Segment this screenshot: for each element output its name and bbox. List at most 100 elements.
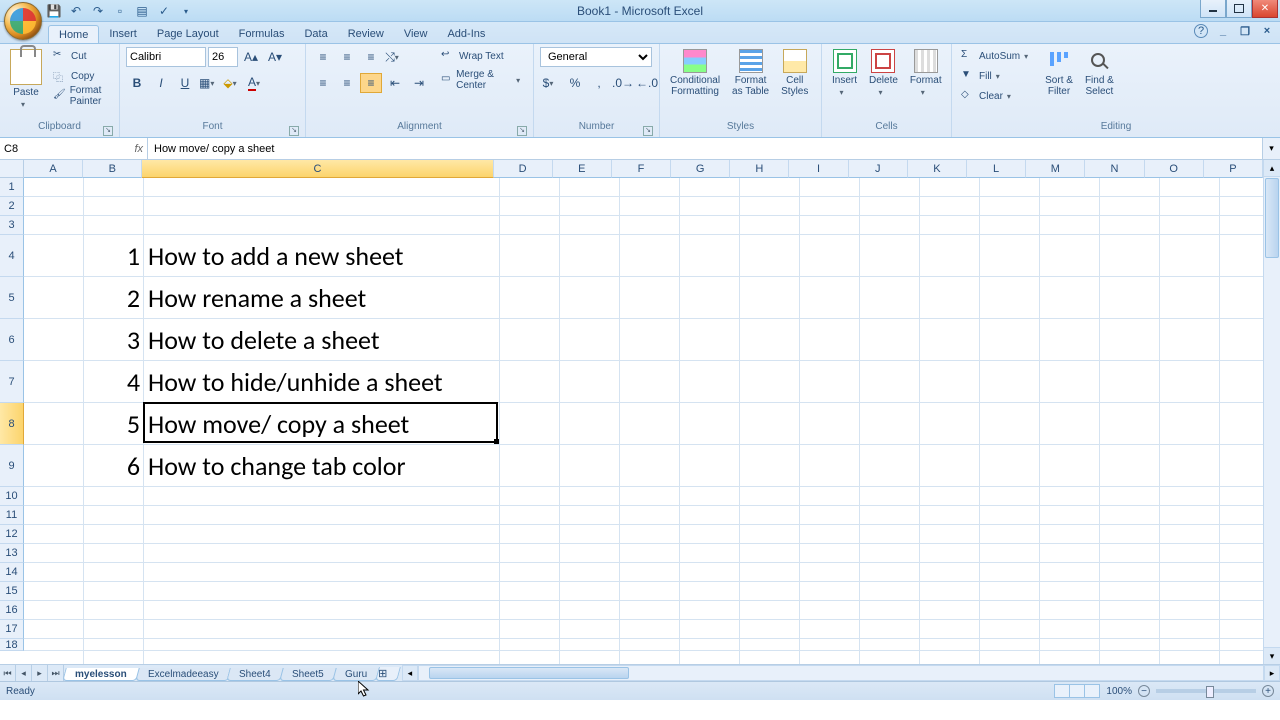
row-header-1[interactable]: 1 [0,178,24,197]
qat-dropdown-icon[interactable]: ▾ [178,3,194,19]
ribbon-tab-insert[interactable]: Insert [99,25,147,43]
row-header-2[interactable]: 2 [0,197,24,216]
align-top-icon[interactable]: ≡ [312,47,334,67]
scroll-up-icon[interactable]: ▴ [1264,160,1280,177]
cell-C4[interactable]: How to add a new sheet [144,235,844,277]
formula-bar[interactable]: How move/ copy a sheet [148,138,1262,159]
clear-button[interactable]: ◇Clear▾ [958,87,1037,105]
zoom-in-icon[interactable]: + [1262,685,1274,697]
horizontal-scrollbar[interactable]: ◂ ▸ [402,665,1280,681]
comma-icon[interactable]: , [588,73,610,93]
ribbon-tab-formulas[interactable]: Formulas [229,25,295,43]
fill-color-button[interactable]: ⬙▾ [222,73,244,93]
row-header-7[interactable]: 7 [0,361,24,403]
align-left-icon[interactable]: ≡ [312,73,334,93]
cell-C5[interactable]: How rename a sheet [144,277,844,319]
align-right-icon[interactable]: ≡ [360,73,382,93]
cell-B8[interactable]: 5 [84,403,144,445]
fx-button[interactable]: fx [92,138,148,159]
row-header-6[interactable]: 6 [0,319,24,361]
sheet-tab-sheet4[interactable]: Sheet4 [227,668,284,681]
undo-icon[interactable]: ↶ [68,3,84,19]
zoom-slider[interactable] [1156,689,1256,693]
ribbon-tab-home[interactable]: Home [48,25,99,43]
merge-center-button[interactable]: ▭Merge & Center▾ [438,71,527,89]
row-header-9[interactable]: 9 [0,445,24,487]
ribbon-tab-view[interactable]: View [394,25,438,43]
hscroll-left-icon[interactable]: ◂ [402,665,418,681]
cell-B7[interactable]: 4 [84,361,144,403]
row-header-13[interactable]: 13 [0,544,24,563]
row-header-15[interactable]: 15 [0,582,24,601]
save-icon[interactable]: 💾 [46,3,62,19]
worksheet-grid[interactable]: 123456789101112131415161718 ABCDEFGHIJKL… [0,160,1280,664]
sheet-tab-sheet5[interactable]: Sheet5 [279,668,336,681]
number-format-select[interactable]: General [540,47,652,67]
decrease-indent-icon[interactable]: ⇤ [384,73,406,93]
name-box[interactable]: ▾ [0,138,92,159]
cut-button[interactable]: ✂Cut [50,47,113,65]
cell-styles-button[interactable]: Cell Styles [777,47,812,99]
workbook-minimize-icon[interactable]: _ [1216,24,1230,38]
increase-decimal-icon[interactable]: .0→ [612,73,634,93]
row-header-16[interactable]: 16 [0,601,24,620]
align-middle-icon[interactable]: ≡ [336,47,358,67]
close-button[interactable]: ✕ [1252,0,1278,18]
col-header-K[interactable]: K [908,160,967,178]
select-all-corner[interactable] [0,160,24,178]
redo-icon[interactable]: ↷ [90,3,106,19]
sheet-tab-excelmadeeasy[interactable]: Excelmadeeasy [135,668,231,681]
help-icon[interactable]: ? [1194,24,1208,38]
cell-C9[interactable]: How to change tab color [144,445,844,487]
expand-formula-bar-icon[interactable]: ▾ [1262,138,1280,159]
row-header-11[interactable]: 11 [0,506,24,525]
wrap-text-button[interactable]: ↩Wrap Text [438,47,527,65]
row-header-12[interactable]: 12 [0,525,24,544]
cell-B6[interactable]: 3 [84,319,144,361]
col-header-N[interactable]: N [1085,160,1144,178]
underline-button[interactable]: U [174,73,196,93]
col-header-J[interactable]: J [849,160,908,178]
dialog-launcher-icon[interactable]: ↘ [643,126,653,136]
cells-area[interactable]: 1How to add a new sheet2How rename a she… [24,178,1263,664]
border-button[interactable]: ▦▾ [198,73,220,93]
sheet-nav-last-icon[interactable]: ⏭ [48,665,64,681]
grow-font-icon[interactable]: A▴ [240,47,262,67]
hscroll-right-icon[interactable]: ▸ [1264,665,1280,681]
vscroll-thumb[interactable] [1265,178,1279,258]
row-header-5[interactable]: 5 [0,277,24,319]
hscroll-thumb[interactable] [429,667,629,679]
zoom-out-icon[interactable]: − [1138,685,1150,697]
row-header-4[interactable]: 4 [0,235,24,277]
italic-button[interactable]: I [150,73,172,93]
increase-indent-icon[interactable]: ⇥ [408,73,430,93]
cell-C7[interactable]: How to hide/unhide a sheet [144,361,844,403]
col-header-M[interactable]: M [1026,160,1085,178]
shrink-font-icon[interactable]: A▾ [264,47,286,67]
col-header-B[interactable]: B [83,160,142,178]
workbook-close-icon[interactable]: × [1260,24,1274,38]
find-select-button[interactable]: Find & Select [1081,47,1118,99]
currency-icon[interactable]: $▾ [540,73,562,93]
format-painter-button[interactable]: 🖌Format Painter [50,87,113,105]
paste-button[interactable]: Paste ▾ [6,47,46,111]
align-center-icon[interactable]: ≡ [336,73,358,93]
row-header-18[interactable]: 18 [0,639,24,651]
orientation-icon[interactable]: ⤭▾ [384,47,406,67]
fill-button[interactable]: ▼Fill▾ [958,67,1037,85]
align-bottom-icon[interactable]: ≡ [360,47,382,67]
ribbon-tab-add-ins[interactable]: Add-Ins [437,25,495,43]
col-header-L[interactable]: L [967,160,1026,178]
decrease-decimal-icon[interactable]: ←.0 [636,73,658,93]
font-name-input[interactable] [126,47,206,67]
insert-cells-button[interactable]: Insert▾ [828,47,861,99]
sheet-nav-prev-icon[interactable]: ◂ [16,665,32,681]
font-color-button[interactable]: A▾ [246,73,268,93]
conditional-formatting-button[interactable]: Conditional Formatting [666,47,724,99]
sort-filter-button[interactable]: Sort & Filter [1041,47,1077,99]
col-header-O[interactable]: O [1145,160,1204,178]
copy-button[interactable]: ⿻Copy [50,67,113,85]
sheet-tab-guru[interactable]: Guru [332,668,380,681]
ribbon-tab-review[interactable]: Review [338,25,394,43]
ribbon-tab-data[interactable]: Data [294,25,337,43]
